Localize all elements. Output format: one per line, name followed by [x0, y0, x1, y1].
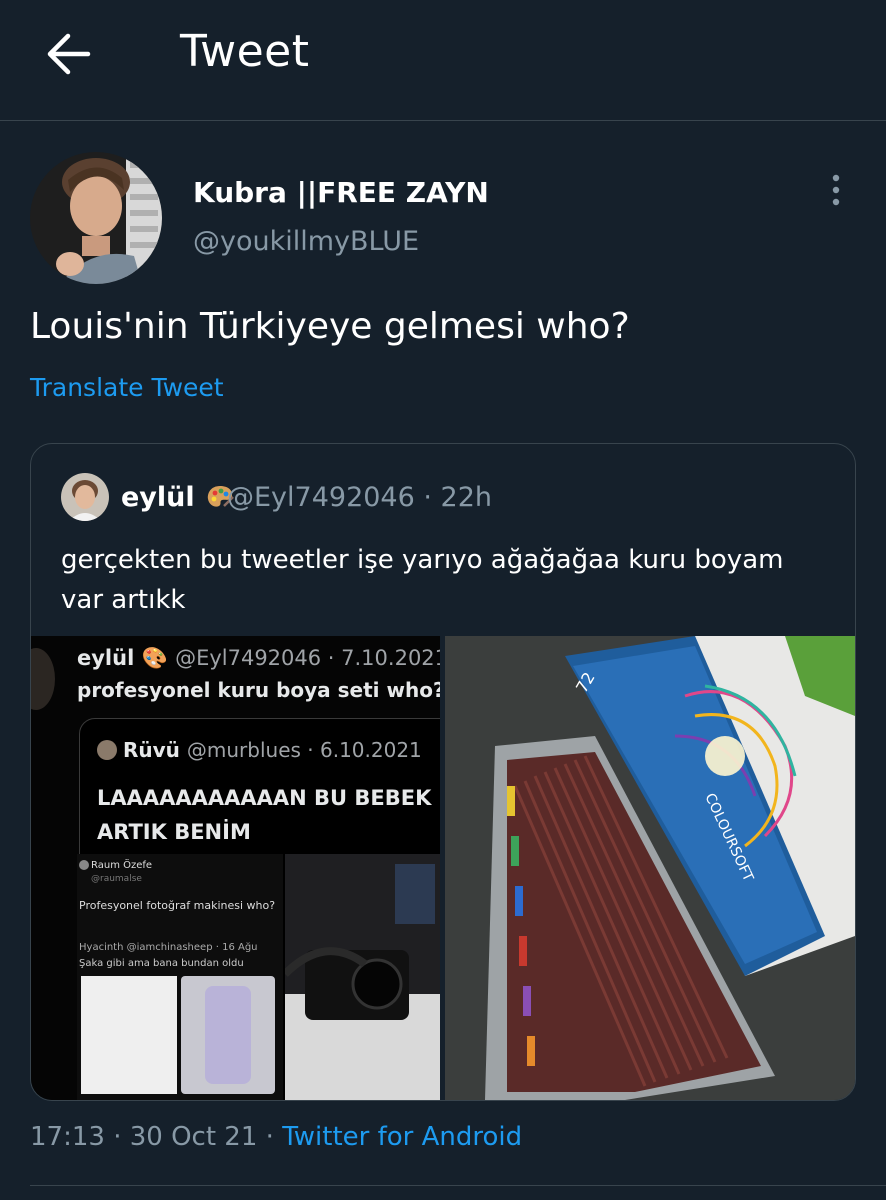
nested-thread-thumbnail: [81, 976, 177, 1094]
screenshot-quote-avatar: [97, 740, 117, 760]
quoted-tweet[interactable]: eylül @Eyl7492046 · 22h gerçekten bu twe…: [30, 443, 856, 1101]
divider: [30, 1185, 886, 1186]
nested-phone-thumbnail: [181, 976, 275, 1094]
nested-author-name: Raum Özefe: [91, 860, 153, 871]
quoted-time: · 22h: [423, 482, 493, 513]
author-handle[interactable]: @youkillmyBLUE: [193, 226, 419, 257]
top-bar: Tweet: [0, 0, 886, 121]
screenshot-tweet-text: profesyonel kuru boya seti who?: [77, 678, 440, 702]
screenshot-author-name: eylül: [77, 646, 135, 670]
nested-avatar: [79, 860, 89, 870]
tweet-time: 17:13: [30, 1122, 105, 1152]
quoted-author-name: eylül: [121, 482, 234, 517]
back-arrow-icon[interactable]: [44, 32, 92, 76]
nested-author-handle: @raumalse: [91, 874, 142, 884]
nested-reply-text: Şaka gibi ama bana bundan oldu: [79, 958, 244, 969]
screenshot-quote-handle-date: @murblues · 6.10.2021: [186, 738, 422, 762]
tweet-source-link[interactable]: Twitter for Android: [282, 1122, 522, 1152]
screenshot-quote-name: Rüvü: [123, 738, 180, 762]
page-title: Tweet: [180, 26, 310, 77]
quoted-media-screenshot[interactable]: eylül 🎨 @Eyl7492046 · 7.10.2021 profesyo…: [31, 636, 440, 1100]
screenshot-avatar: [31, 648, 55, 710]
nested-reply-author: Hyacinth @iamchinasheep · 16 Ağu: [79, 942, 258, 953]
quoted-tweet-text: gerçekten bu tweetler işe yarıyo ağağağa…: [61, 545, 784, 615]
nested-phone-body: [205, 986, 251, 1084]
quoted-author-avatar: [61, 473, 109, 521]
screenshot-quote-text: LAAAAAAAAAAAN BU BEBEK ARTIK BENİM: [97, 781, 431, 849]
author-name[interactable]: Kubra ||FREE ZAYN: [193, 176, 489, 209]
tweet-meta: 17:13 · 30 Oct 21 · Twitter for Android: [30, 1122, 522, 1152]
author-avatar[interactable]: [30, 152, 162, 284]
quoted-author-name-text: eylül: [121, 482, 195, 513]
screenshot-quote-author: Rüvü @murblues · 6.10.2021: [123, 738, 422, 762]
translate-tweet-link[interactable]: Translate Tweet: [30, 373, 224, 402]
screenshot-author: eylül 🎨 @Eyl7492046 · 7.10.2021: [77, 646, 440, 671]
screenshot-palette-icon: 🎨: [141, 646, 168, 670]
screenshot-handle-date: @Eyl7492046 · 7.10.2021: [175, 646, 440, 670]
screenshot-quote-line2: ARTIK BENİM: [97, 820, 251, 844]
quoted-media-pencil-photo[interactable]: 72 COLOURSOFT: [445, 636, 855, 1100]
quoted-handle-time: @Eyl7492046 · 22h: [227, 482, 492, 513]
nested-tweet-text: Profesyonel fotoğraf makinesi who?: [79, 899, 276, 912]
quoted-author-handle: @Eyl7492046: [227, 482, 415, 513]
tweet-date: 30 Oct 21: [129, 1122, 258, 1152]
meta-separator-2: ·: [265, 1122, 274, 1152]
meta-separator-1: ·: [113, 1122, 122, 1152]
tweet-text: Louis'nin Türkiyeye gelmesi who?: [30, 306, 630, 347]
more-options-icon[interactable]: [826, 172, 846, 212]
camera-photo: [282, 854, 440, 1100]
screenshot-quote-line1: LAAAAAAAAAAAN BU BEBEK: [97, 786, 432, 810]
